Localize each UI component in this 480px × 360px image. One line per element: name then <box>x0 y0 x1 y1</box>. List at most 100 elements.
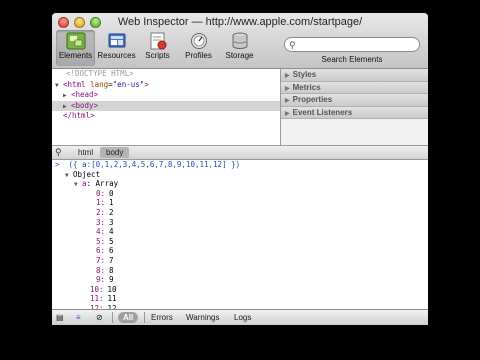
section-label: Event Listeners <box>292 107 353 117</box>
toolbar: Elements Resources Scripts Profiles Stor… <box>56 30 259 66</box>
search-icon: ⚲ <box>289 40 296 50</box>
array-item-index: 7: <box>96 255 106 265</box>
filter-errors[interactable]: Errors <box>151 312 173 323</box>
tab-label: Profiles <box>185 51 212 60</box>
body-tag: <body> <box>71 100 99 110</box>
array-item-index: 10: <box>90 284 104 294</box>
tab-label: Elements <box>58 51 93 60</box>
section-label: Styles <box>292 70 317 79</box>
breadcrumb: ⚲ html body <box>52 145 428 160</box>
array-item-row: 8: 8 <box>52 266 428 276</box>
tab-profiles[interactable]: Profiles <box>179 30 218 66</box>
array-item-value: 5 <box>109 236 114 246</box>
filter-logs[interactable]: Logs <box>234 312 251 323</box>
console-command: ({ a:[0,1,2,3,4,5,6,7,8,9,10,11,12] }) <box>68 160 241 169</box>
collapsed-triangle-icon: ▶ <box>285 98 290 104</box>
breadcrumb-item-body[interactable]: body <box>100 147 130 158</box>
tab-label: Storage <box>225 51 254 60</box>
array-item-row: 11: 11 <box>52 294 428 304</box>
array-key: a <box>82 179 87 189</box>
tab-scripts[interactable]: Scripts <box>138 30 177 66</box>
console-input-line: > ({ a:[0,1,2,3,4,5,6,7,8,9,10,11,12] }) <box>55 160 241 169</box>
head-tag: <head> <box>71 90 99 99</box>
divider <box>144 312 145 323</box>
scripts-icon <box>150 32 166 50</box>
inspector-window: Web Inspector — http://www.apple.com/sta… <box>52 13 428 325</box>
array-item-value: 8 <box>109 265 114 275</box>
dock-icon[interactable]: ▤ <box>56 312 64 323</box>
array-item-row: 1: 1 <box>52 198 428 208</box>
array-label: Array <box>95 179 119 189</box>
tab-storage[interactable]: Storage <box>220 30 259 66</box>
array-item-value: 6 <box>109 246 114 256</box>
array-item-row: 9: 9 <box>52 275 428 285</box>
html-open-tag: <html <box>63 79 86 89</box>
dom-node-html-close[interactable]: </html> <box>52 111 280 122</box>
sidebar-section-styles[interactable]: ▶ Styles <box>281 69 428 82</box>
array-item-index: 5: <box>96 236 106 246</box>
array-item-index: 6: <box>96 246 106 256</box>
dom-node-html[interactable]: ▼ <html lang="en-us"> <box>52 80 280 91</box>
dom-node-doctype[interactable]: <!DOCTYPE HTML> <box>52 69 280 80</box>
array-item-value: 2 <box>109 207 114 217</box>
profiles-icon <box>190 33 207 49</box>
clear-icon[interactable]: ⊘ <box>96 312 103 323</box>
array-item-row: 2: 2 <box>52 208 428 218</box>
dom-tree: <!DOCTYPE HTML> ▼ <html lang="en-us"> ▶ <h… <box>52 69 280 145</box>
array-item-value: 9 <box>109 275 114 285</box>
tab-elements[interactable]: Elements <box>56 30 95 66</box>
array-item-index: 8: <box>96 265 106 275</box>
storage-icon <box>232 32 247 49</box>
array-item-index: 9: <box>96 275 106 285</box>
array-item-row: 6: 6 <box>52 246 428 256</box>
resources-icon <box>108 33 125 48</box>
section-label: Properties <box>292 95 333 104</box>
elements-icon <box>66 32 85 50</box>
array-item-index: 1: <box>96 198 106 208</box>
breadcrumb-item-html[interactable]: html <box>72 147 99 158</box>
dom-node-head[interactable]: ▶ <head> <box>52 90 280 101</box>
array-item-value: 7 <box>109 255 114 265</box>
console-object-node[interactable]: ▼ Object <box>52 170 428 180</box>
html-attr-name: lang <box>90 79 109 89</box>
array-item-value: 11 <box>107 294 117 304</box>
title-toolbar: Web Inspector — http://www.apple.com/sta… <box>52 13 428 69</box>
search-label: Search Elements <box>321 55 383 64</box>
array-items: 0: 0 1: 1 2: 2 3: 3 4: 4 5: 5 6: 6 7: 7 8: 8 9: 9 10: 10 11: 11… <box>52 189 428 314</box>
filter-warnings[interactable]: Warnings <box>186 312 220 323</box>
dom-node-body[interactable]: ▶ <body> <box>52 100 280 111</box>
tab-label: Scripts <box>145 51 170 60</box>
array-item-row: 4: 4 <box>52 227 428 237</box>
filter-all[interactable]: All <box>118 312 139 323</box>
doctype-text: <!DOCTYPE HTML> <box>66 69 134 78</box>
html-close-tag: </html> <box>63 111 95 120</box>
array-item-index: 4: <box>96 227 106 237</box>
array-item-row: 10: 10 <box>52 285 428 295</box>
search-input[interactable]: ⚲ <box>284 37 420 52</box>
console-output: > ({ a:[0,1,2,3,4,5,6,7,8,9,10,11,12] })… <box>52 160 428 325</box>
sidebar-section-event-listeners[interactable]: ▶ Event Listeners <box>281 106 428 119</box>
array-item-index: 11: <box>90 294 104 304</box>
collapsed-triangle-icon: ▶ <box>285 110 290 117</box>
section-label: Metrics <box>292 82 321 92</box>
divider <box>112 312 113 323</box>
array-item-row: 7: 7 <box>52 256 428 266</box>
collapsed-triangle-icon: ▶ <box>285 73 290 79</box>
array-item-value: 3 <box>109 217 114 227</box>
tab-resources[interactable]: Resources <box>97 30 136 66</box>
array-item-row: 0: 0 <box>52 189 428 199</box>
array-item-value: 4 <box>109 227 114 237</box>
collapsed-triangle-icon: ▶ <box>285 85 290 92</box>
array-item-index: 3: <box>96 217 106 227</box>
array-item-value: 0 <box>109 188 114 198</box>
console-array-node[interactable]: ▼ a: Array <box>52 179 428 189</box>
window-title: Web Inspector — http://www.apple.com/sta… <box>117 16 363 28</box>
sidebar-section-metrics[interactable]: ▶ Metrics <box>281 81 428 94</box>
object-label: Object <box>73 169 101 179</box>
sidebar-section-properties[interactable]: ▶ Properties <box>281 94 428 107</box>
html-attr-value: "en-us" <box>112 79 145 89</box>
status-bar: ▤ ≡ ⊘ All Errors Warnings Logs <box>52 309 428 325</box>
console-icon[interactable]: ≡ <box>76 312 81 323</box>
array-item-row: 3: 3 <box>52 218 428 228</box>
search-icon[interactable]: ⚲ <box>55 147 62 158</box>
